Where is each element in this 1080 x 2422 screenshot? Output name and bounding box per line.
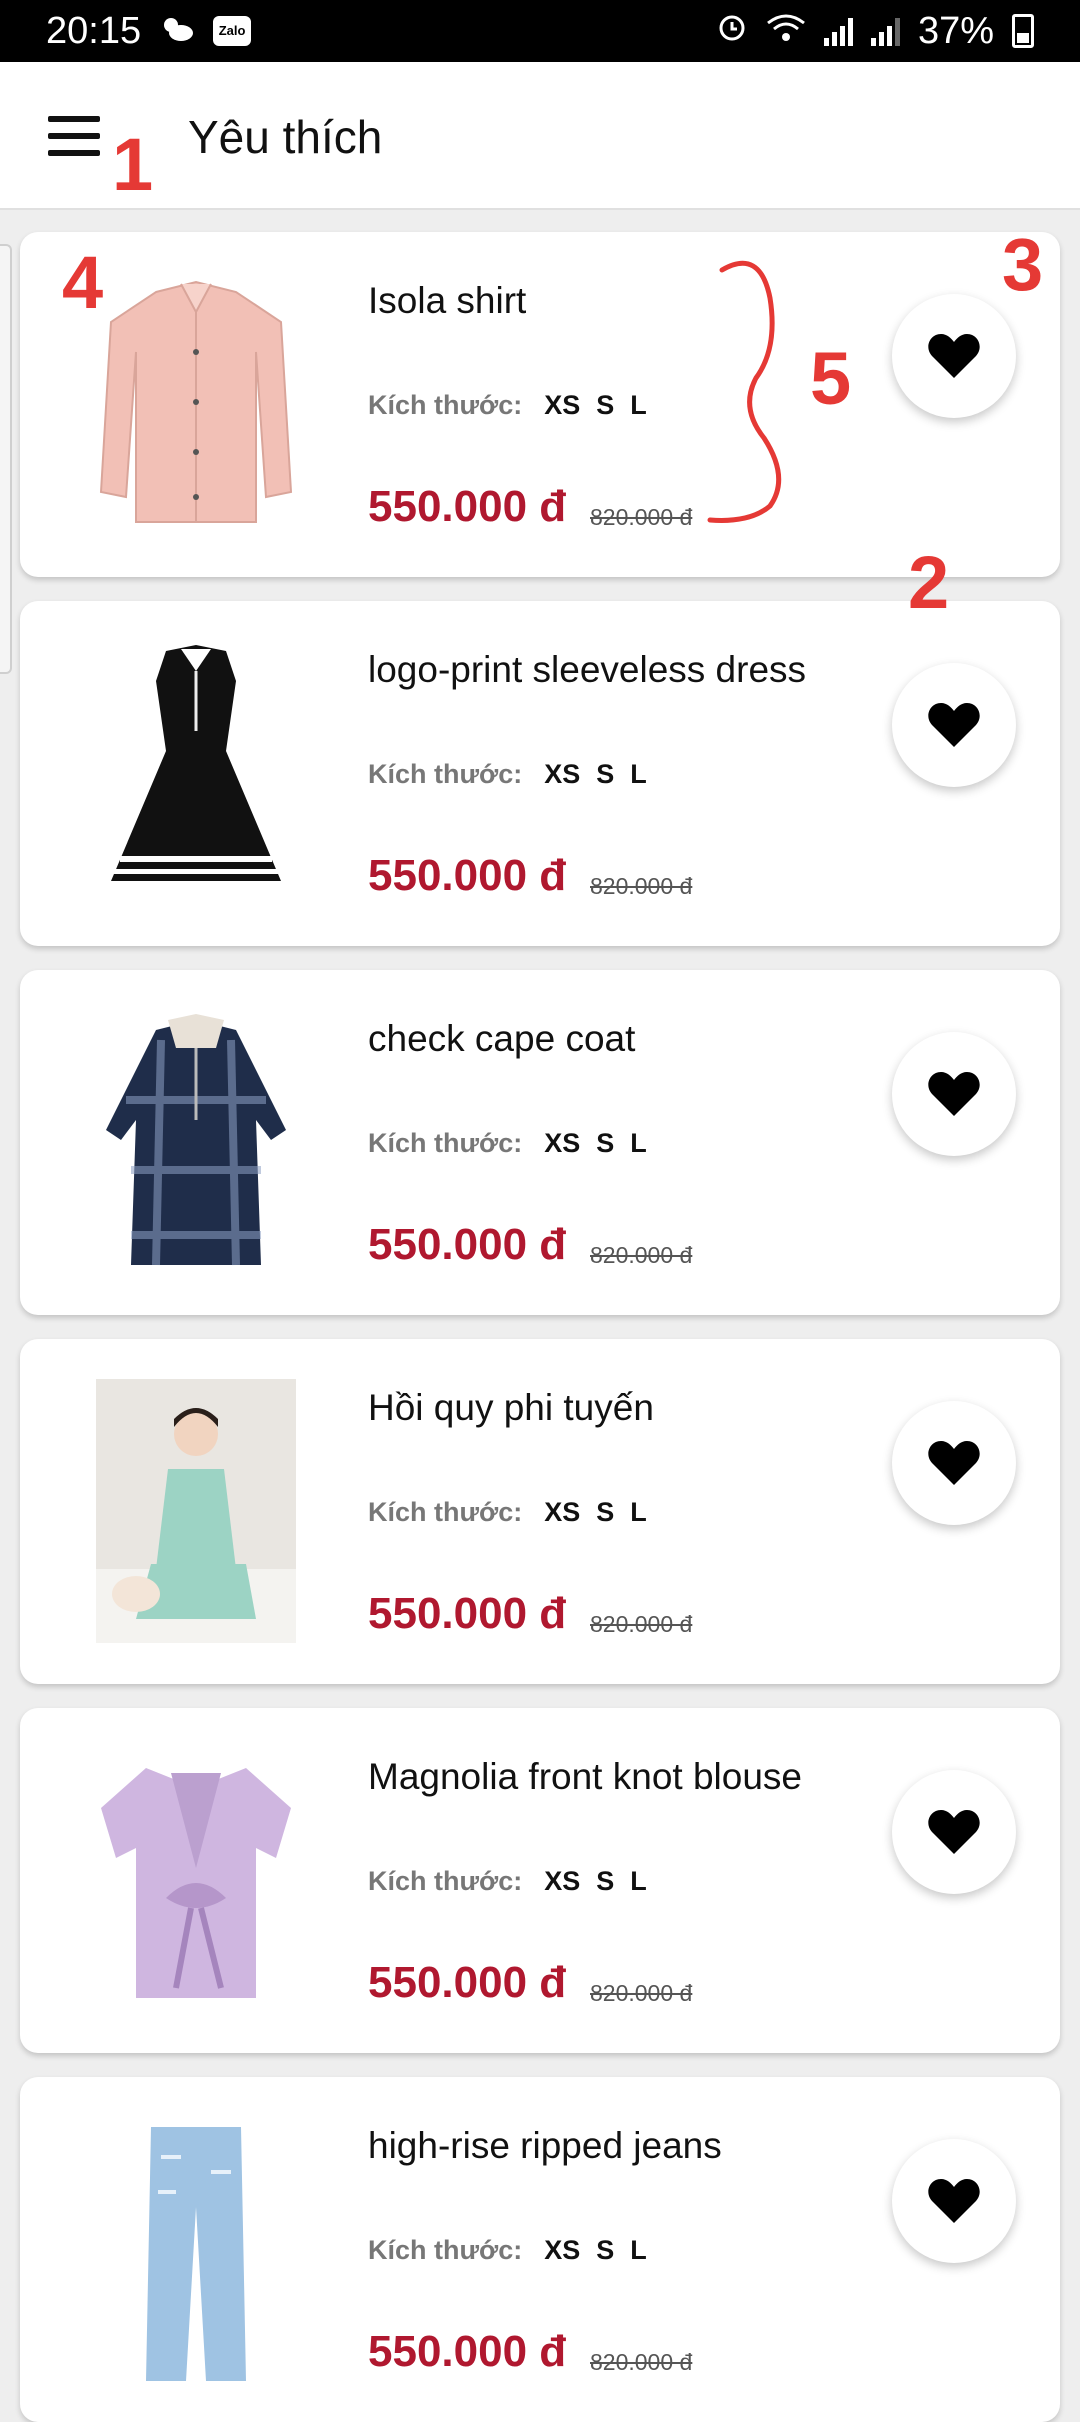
original-price: 820.000 đ — [590, 2349, 693, 2375]
sale-price: 550.000 đ — [368, 1220, 567, 1269]
heart-icon — [928, 1072, 980, 1116]
sale-price: 550.000 đ — [368, 1958, 567, 2007]
product-name: check cape coat — [368, 1018, 636, 1059]
size-label: Kích thước: — [368, 390, 523, 420]
favorite-button[interactable] — [892, 1032, 1016, 1156]
signal-icon — [823, 16, 853, 46]
product-image[interactable] — [96, 1379, 296, 1643]
product-card[interactable]: Hồi quy phi tuyến Kích thước: XS S L 550… — [20, 1339, 1060, 1684]
size-row: Kích thước: XS S L — [368, 390, 647, 421]
sale-price: 550.000 đ — [368, 851, 567, 900]
size-option-xs[interactable]: XS — [544, 759, 580, 790]
size-option-s[interactable]: S — [596, 1497, 614, 1528]
sale-price: 550.000 đ — [368, 482, 567, 531]
size-option-l[interactable]: L — [630, 1497, 647, 1528]
app-bar: Yêu thích — [0, 62, 1080, 210]
size-option-xs[interactable]: XS — [544, 1128, 580, 1159]
zalo-icon: Zalo — [213, 16, 252, 46]
size-option-xs[interactable]: XS — [544, 1866, 580, 1897]
size-option-s[interactable]: S — [596, 390, 614, 421]
product-card[interactable]: Magnolia front knot blouse Kích thước: X… — [20, 1708, 1060, 2053]
annotation-2: 2 — [908, 541, 950, 624]
size-option-l[interactable]: L — [630, 1866, 647, 1897]
annotation-4: 4 — [62, 241, 104, 324]
battery-icon — [1012, 14, 1034, 48]
size-row: Kích thước: XS S L — [368, 759, 647, 790]
original-price: 820.000 đ — [590, 1242, 693, 1268]
size-row: Kích thước: XS S L — [368, 1497, 647, 1528]
size-option-xs[interactable]: XS — [544, 2235, 580, 2266]
favorite-button[interactable] — [892, 663, 1016, 787]
size-option-s[interactable]: S — [596, 759, 614, 790]
product-card[interactable]: high-rise ripped jeans Kích thước: XS S … — [20, 2077, 1060, 2422]
size-option-l[interactable]: L — [630, 2235, 647, 2266]
product-card[interactable]: check cape coat Kích thước: XS S L 550.0… — [20, 970, 1060, 1315]
heart-icon — [928, 334, 980, 378]
size-option-xs[interactable]: XS — [544, 390, 580, 421]
size-row: Kích thước: XS S L — [368, 1128, 647, 1159]
status-bar: 20:15 Zalo 37% — [0, 0, 1080, 62]
favorite-button[interactable] — [892, 2139, 1016, 2263]
size-label: Kích thước: — [368, 1497, 523, 1527]
size-row: Kích thước: XS S L — [368, 2235, 647, 2266]
favorite-button[interactable] — [892, 1770, 1016, 1894]
sale-price: 550.000 đ — [368, 1589, 567, 1638]
lilac-blouse-icon — [101, 1768, 291, 1998]
annotation-5: 5 — [810, 337, 852, 420]
favorite-button[interactable] — [892, 1401, 1016, 1525]
plaid-coat-icon — [106, 1014, 286, 1266]
battery-percent: 37% — [917, 9, 994, 52]
status-time: 20:15 — [46, 9, 142, 52]
product-name: Magnolia front knot blouse — [368, 1756, 802, 1797]
drawer-handle[interactable] — [0, 244, 12, 674]
signal-icon-2 — [870, 16, 900, 46]
size-label: Kích thước: — [368, 759, 523, 789]
size-option-s[interactable]: S — [596, 1866, 614, 1897]
model-photo-icon — [96, 1379, 296, 1643]
page-title: Yêu thích — [188, 111, 383, 163]
jeans-icon — [146, 2127, 246, 2381]
product-image[interactable] — [96, 1010, 296, 1274]
original-price: 820.000 đ — [590, 873, 693, 899]
hamburger-menu-icon[interactable] — [48, 116, 100, 156]
black-dress-icon — [111, 645, 281, 881]
size-option-l[interactable]: L — [630, 759, 647, 790]
pink-shirt-icon — [99, 280, 293, 523]
size-row: Kích thước: XS S L — [368, 1866, 647, 1897]
size-label: Kích thước: — [368, 2235, 523, 2265]
wifi-icon — [766, 10, 806, 53]
size-option-s[interactable]: S — [596, 1128, 614, 1159]
heart-icon — [928, 1810, 980, 1854]
heart-icon — [928, 703, 980, 747]
size-option-xs[interactable]: XS — [544, 1497, 580, 1528]
product-image[interactable] — [96, 272, 296, 536]
size-option-l[interactable]: L — [630, 390, 647, 421]
heart-icon — [928, 1441, 980, 1485]
annotation-brace — [707, 260, 782, 523]
annotation-1: 1 — [112, 123, 154, 206]
product-card[interactable]: logo-print sleeveless dress Kích thước: … — [20, 601, 1060, 946]
product-name: Hồi quy phi tuyến — [368, 1387, 654, 1428]
original-price: 820.000 đ — [590, 1980, 693, 2006]
product-image[interactable] — [96, 641, 296, 905]
product-name: high-rise ripped jeans — [368, 2125, 722, 2166]
size-label: Kích thước: — [368, 1866, 523, 1896]
cloud-sun-icon — [159, 10, 195, 53]
alarm-icon — [716, 10, 748, 53]
annotation-3: 3 — [1002, 223, 1044, 306]
original-price: 820.000 đ — [590, 504, 693, 530]
original-price: 820.000 đ — [590, 1611, 693, 1637]
sale-price: 550.000 đ — [368, 2327, 567, 2376]
favorite-button[interactable] — [892, 294, 1016, 418]
heart-icon — [928, 2179, 980, 2223]
size-option-s[interactable]: S — [596, 2235, 614, 2266]
size-option-l[interactable]: L — [630, 1128, 647, 1159]
product-image[interactable] — [96, 2117, 296, 2381]
product-name: logo-print sleeveless dress — [368, 649, 807, 690]
product-card[interactable]: Isola shirt Kích thước: XS S L 550.000 đ… — [20, 232, 1060, 577]
product-name: Isola shirt — [368, 280, 527, 321]
size-label: Kích thước: — [368, 1128, 523, 1158]
product-image[interactable] — [96, 1748, 296, 2012]
